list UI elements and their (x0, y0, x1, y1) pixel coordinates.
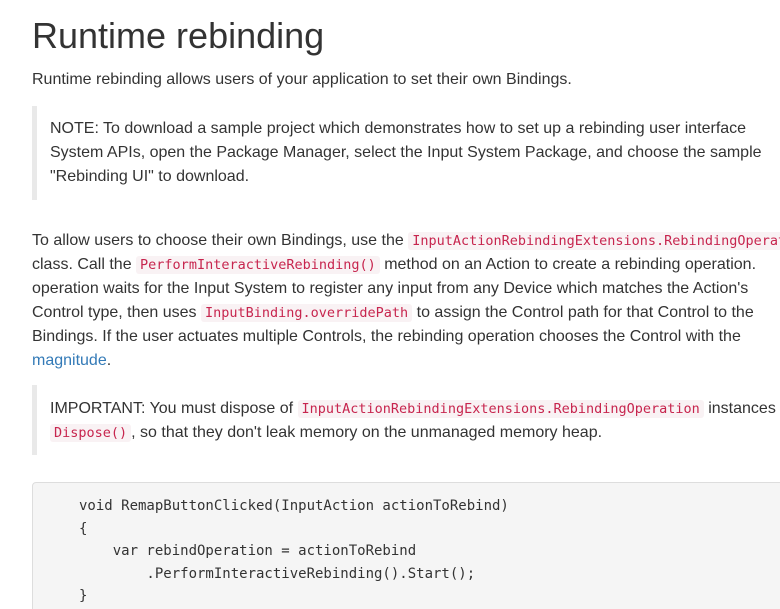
important-callout: IMPORTANT: You must dispose of InputActi… (32, 385, 780, 455)
intro-paragraph: Runtime rebinding allows users of your a… (32, 71, 572, 88)
note-callout: NOTE: To download a sample project which… (32, 106, 780, 200)
article-content: Runtime rebinding Runtime rebinding allo… (32, 14, 780, 609)
magnitude-link[interactable]: magnitude (32, 352, 107, 369)
inline-code-override-path: InputBinding.overridePath (200, 304, 413, 322)
body-text: . (106, 352, 112, 369)
important-text: IMPORTANT: You must dispose of (50, 400, 298, 417)
inline-code-rebinding-operation: InputActionRebindingExtensions.Rebinding… (408, 232, 780, 250)
documentation-page: Runtime rebinding Runtime rebinding allo… (0, 0, 780, 609)
body-line-2: class. Call the PerformInteractiveRebind… (32, 253, 780, 277)
important-line-1: IMPORTANT: You must dispose of InputActi… (50, 397, 780, 421)
code-block[interactable]: void RemapButtonClicked(InputAction acti… (32, 482, 780, 609)
code-line: .PerformInteractiveRebinding().Start(); (79, 565, 476, 582)
body-text: Control type, then uses (32, 304, 201, 321)
note-line-1: NOTE: To download a sample project which… (50, 120, 747, 137)
body-text: to assign the Control path for that Cont… (412, 304, 754, 321)
body-text: class. Call the (32, 256, 137, 273)
inline-code-dispose: Dispose() (50, 424, 132, 442)
note-line-3: "Rebinding UI" to download. (50, 168, 250, 185)
note-line-2: System APIs, open the Package Manager, s… (50, 144, 762, 161)
inline-code-rebinding-operation: InputActionRebindingExtensions.Rebinding… (297, 400, 704, 418)
code-line: } (79, 588, 88, 604)
code-line: var rebindOperation = actionToRebind (79, 543, 417, 559)
code-line: void RemapButtonClicked(InputAction acti… (79, 498, 509, 514)
body-line-4: Control type, then uses InputBinding.ove… (32, 301, 780, 325)
important-line-2: Dispose(), so that they don't leak memor… (50, 421, 780, 445)
body-text: method on an Action to create a rebindin… (379, 256, 757, 273)
important-text: instances (703, 400, 776, 417)
code-line: { (79, 520, 88, 537)
body-line-6: magnitude. (32, 349, 780, 373)
page-title: Runtime rebinding (32, 15, 325, 56)
rebinding-paragraph: To allow users to choose their own Bindi… (32, 229, 780, 373)
body-line-3: operation waits for the Input System to … (32, 280, 749, 297)
body-line-1: To allow users to choose their own Bindi… (32, 229, 780, 253)
body-line-5: Bindings. If the user actuates multiple … (32, 328, 741, 345)
inline-code-perform-interactive-rebinding: PerformInteractiveRebinding() (136, 256, 380, 274)
important-text: , so that they don't leak memory on the … (131, 424, 603, 441)
body-text: To allow users to choose their own Bindi… (32, 232, 409, 249)
